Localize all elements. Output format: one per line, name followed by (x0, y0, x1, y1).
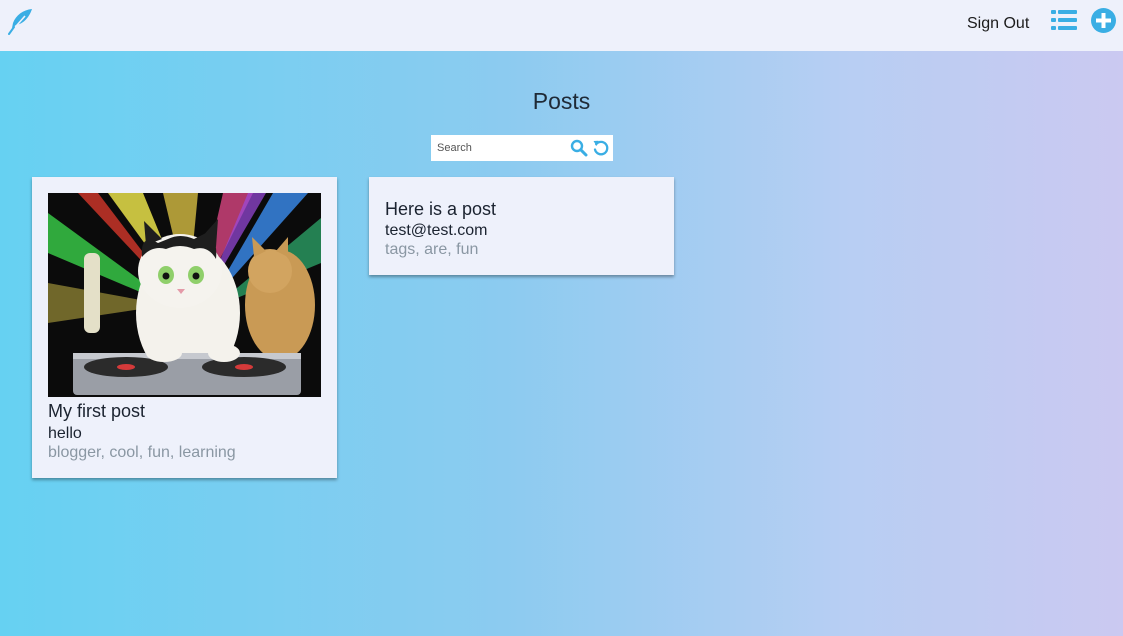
search-icon[interactable] (570, 139, 588, 157)
post-image (48, 193, 321, 397)
post-card[interactable]: Here is a post test@test.com tags, are, … (369, 177, 674, 275)
post-tags: blogger, cool, fun, learning (48, 444, 236, 461)
post-body: hello (48, 425, 82, 442)
post-title: Here is a post (385, 199, 497, 219)
reset-icon[interactable] (592, 139, 610, 157)
page-title: Posts (532, 88, 591, 114)
post-body: test@test.com (385, 222, 488, 239)
list-icon[interactable] (1051, 9, 1077, 31)
search-bar (431, 135, 613, 161)
search-input[interactable] (431, 135, 563, 161)
top-navbar: Sign Out (0, 0, 1123, 51)
post-tags: tags, are, fun (385, 241, 479, 258)
add-post-icon[interactable] (1091, 8, 1116, 33)
sign-out-link[interactable]: Sign Out (967, 15, 1029, 33)
post-card[interactable]: My first post hello blogger, cool, fun, … (32, 177, 337, 478)
post-title: My first post (48, 401, 146, 421)
feather-logo-icon[interactable] (7, 7, 35, 35)
